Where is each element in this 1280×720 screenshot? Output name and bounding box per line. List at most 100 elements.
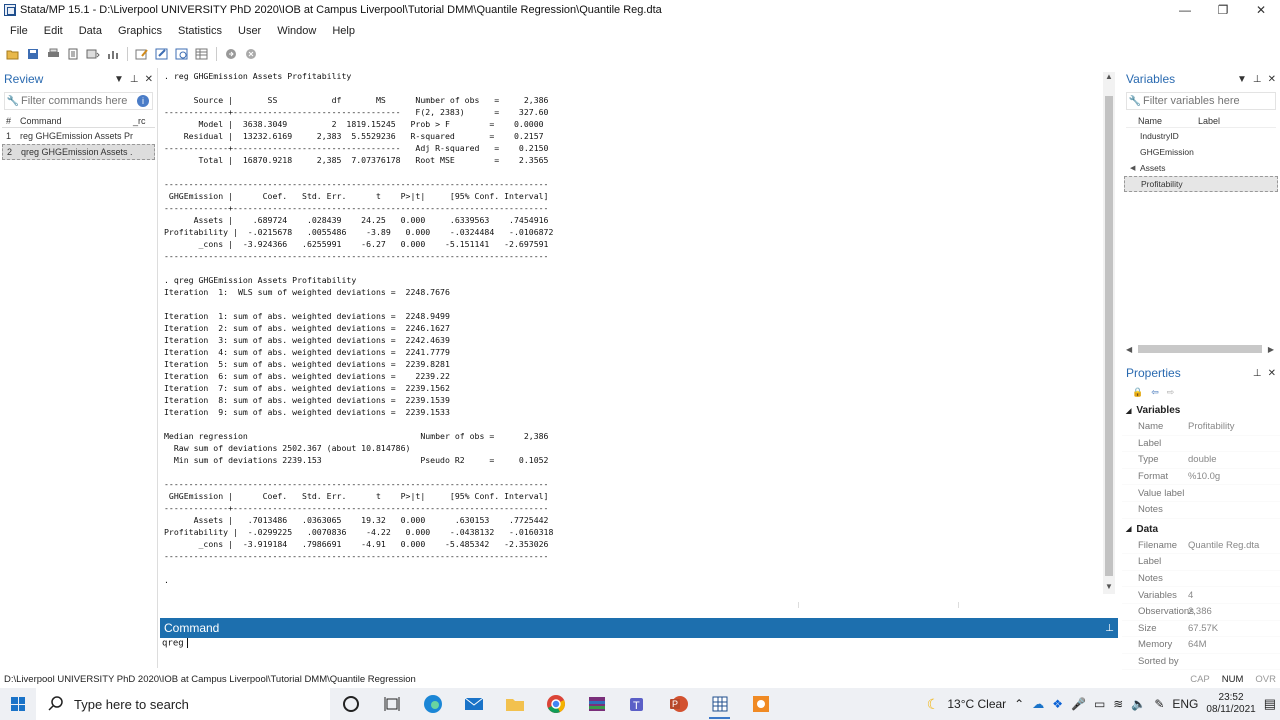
menu-data[interactable]: Data xyxy=(71,25,110,37)
language-indicator[interactable]: ENG xyxy=(1172,697,1198,711)
pen-icon[interactable]: ✎ xyxy=(1154,697,1164,711)
col-command[interactable]: Command xyxy=(20,116,133,126)
graph-icon[interactable] xyxy=(104,46,122,62)
volume-icon[interactable]: 🔈 xyxy=(1131,697,1146,711)
properties-data-section[interactable]: ◢ Data xyxy=(1122,521,1280,538)
pin-icon[interactable]: ⊥ xyxy=(1253,74,1262,85)
command-input[interactable]: qreg xyxy=(160,638,1118,652)
weather-text[interactable]: 13°C Clear xyxy=(947,697,1006,711)
variables-filter-input[interactable] xyxy=(1143,95,1275,107)
more-icon[interactable] xyxy=(222,46,240,62)
pin-icon[interactable]: ⊥ xyxy=(1253,368,1262,379)
teams-icon[interactable]: T xyxy=(617,688,658,720)
results-horizontal-scrollbar[interactable] xyxy=(160,596,1118,610)
filter-icon[interactable]: ▼ xyxy=(114,74,124,85)
menu-graphics[interactable]: Graphics xyxy=(110,25,170,37)
scroll-thumb[interactable] xyxy=(1138,345,1262,353)
minimize-button[interactable]: — xyxy=(1166,0,1204,20)
close-icon[interactable]: ✕ xyxy=(1268,368,1276,379)
data-editor-edit-icon[interactable] xyxy=(153,46,171,62)
property-row[interactable]: Name Profitability xyxy=(1122,419,1280,436)
viewer-icon[interactable] xyxy=(84,46,102,62)
mail-icon[interactable] xyxy=(453,688,494,720)
property-row[interactable]: Value label xyxy=(1122,485,1280,502)
chevron-up-icon[interactable]: ⌃ xyxy=(1014,697,1024,711)
property-row[interactable]: Sorted by xyxy=(1122,654,1280,671)
property-row[interactable]: Size 67.57K xyxy=(1122,621,1280,638)
wrench-icon[interactable]: 🔧 xyxy=(5,96,21,107)
lock-icon[interactable]: 🔒 xyxy=(1132,387,1143,398)
property-row[interactable]: Format %10.0g xyxy=(1122,469,1280,486)
pin-icon[interactable]: ⊥ xyxy=(1105,623,1114,634)
property-row[interactable]: Label xyxy=(1122,554,1280,571)
property-row[interactable]: Memory 64M xyxy=(1122,637,1280,654)
task-view-icon[interactable] xyxy=(371,688,412,720)
menu-window[interactable]: Window xyxy=(269,25,324,37)
review-row[interactable]: 1 reg GHGEmission Assets Pr... xyxy=(2,128,155,144)
edge-icon[interactable] xyxy=(412,688,453,720)
weather-icon[interactable]: ☾ xyxy=(927,696,940,713)
property-row[interactable]: Notes xyxy=(1122,502,1280,519)
variable-row[interactable]: IndustryID xyxy=(1124,128,1278,144)
dropbox-icon[interactable]: ❖ xyxy=(1052,697,1063,711)
menu-edit[interactable]: Edit xyxy=(36,25,71,37)
start-button[interactable] xyxy=(0,688,36,720)
file-explorer-icon[interactable] xyxy=(494,688,535,720)
save-icon[interactable] xyxy=(24,46,42,62)
taskbar-search[interactable]: Type here to search xyxy=(36,688,330,720)
info-icon[interactable]: i xyxy=(137,95,149,107)
menu-statistics[interactable]: Statistics xyxy=(170,25,230,37)
open-icon[interactable] xyxy=(4,46,22,62)
scroll-thumb[interactable] xyxy=(1105,96,1113,576)
col-rc[interactable]: _rc xyxy=(133,116,155,126)
wifi-icon[interactable]: ≋ xyxy=(1113,697,1123,711)
menu-user[interactable]: User xyxy=(230,25,269,37)
powerpoint-icon[interactable]: P xyxy=(658,688,699,720)
variables-manager-icon[interactable] xyxy=(193,46,211,62)
variable-row[interactable]: ◀ Assets xyxy=(1124,160,1278,176)
clock[interactable]: 23:52 08/11/2021 xyxy=(1206,692,1255,716)
results-window[interactable]: . reg GHGEmission Assets Profitability S… xyxy=(160,68,1118,596)
review-filter-input[interactable] xyxy=(21,95,137,107)
cortana-icon[interactable] xyxy=(330,688,371,720)
stata-taskbar-icon[interactable] xyxy=(699,688,740,720)
menu-file[interactable]: File xyxy=(2,25,36,37)
property-row[interactable]: Type double xyxy=(1122,452,1280,469)
col-name[interactable]: Name xyxy=(1126,116,1198,126)
winrar-icon[interactable] xyxy=(576,688,617,720)
menu-help[interactable]: Help xyxy=(324,25,363,37)
pin-icon[interactable]: ⊥ xyxy=(130,74,139,85)
col-number[interactable]: # xyxy=(2,116,20,126)
property-row[interactable]: Observations 2,386 xyxy=(1122,604,1280,621)
properties-variables-section[interactable]: ◢ Variables xyxy=(1122,402,1280,419)
review-row[interactable]: 2 qreg GHGEmission Assets ... xyxy=(2,144,155,160)
variables-horizontal-scrollbar[interactable]: ◀ ▶ xyxy=(1126,343,1274,355)
scroll-up-icon[interactable]: ▲ xyxy=(1103,72,1115,84)
col-label[interactable]: Label xyxy=(1198,116,1220,126)
variable-row[interactable]: Profitability xyxy=(1124,176,1278,192)
forward-arrow-icon[interactable]: ⇨ xyxy=(1167,387,1175,398)
property-row[interactable]: Variables 4 xyxy=(1122,587,1280,604)
log-icon[interactable] xyxy=(64,46,82,62)
filter-icon[interactable]: ▼ xyxy=(1237,74,1247,85)
snipping-tool-icon[interactable] xyxy=(740,688,781,720)
scroll-left-icon[interactable]: ◀ xyxy=(1126,345,1132,354)
notification-icon[interactable]: ▤ xyxy=(1264,696,1276,712)
property-row[interactable]: Notes xyxy=(1122,571,1280,588)
wrench-icon[interactable]: 🔧 xyxy=(1127,96,1143,107)
print-icon[interactable] xyxy=(44,46,62,62)
close-button[interactable]: ✕ xyxy=(1242,0,1280,20)
results-vertical-scrollbar[interactable]: ▲ ▼ xyxy=(1103,72,1115,594)
chrome-icon[interactable] xyxy=(535,688,576,720)
scroll-down-icon[interactable]: ▼ xyxy=(1103,582,1115,594)
microphone-icon[interactable]: 🎤 xyxy=(1071,697,1086,711)
variable-row[interactable]: GHGEmission xyxy=(1124,144,1278,160)
back-arrow-icon[interactable]: ⇦ xyxy=(1151,387,1159,398)
property-row[interactable]: Filename Quantile Reg.dta xyxy=(1122,538,1280,555)
scroll-right-icon[interactable]: ▶ xyxy=(1268,345,1274,354)
do-file-editor-icon[interactable] xyxy=(133,46,151,62)
data-editor-browse-icon[interactable] xyxy=(173,46,191,62)
battery-icon[interactable]: ▭ xyxy=(1094,697,1105,711)
close-icon[interactable]: ✕ xyxy=(1268,74,1276,85)
close-icon[interactable]: ✕ xyxy=(145,74,153,85)
